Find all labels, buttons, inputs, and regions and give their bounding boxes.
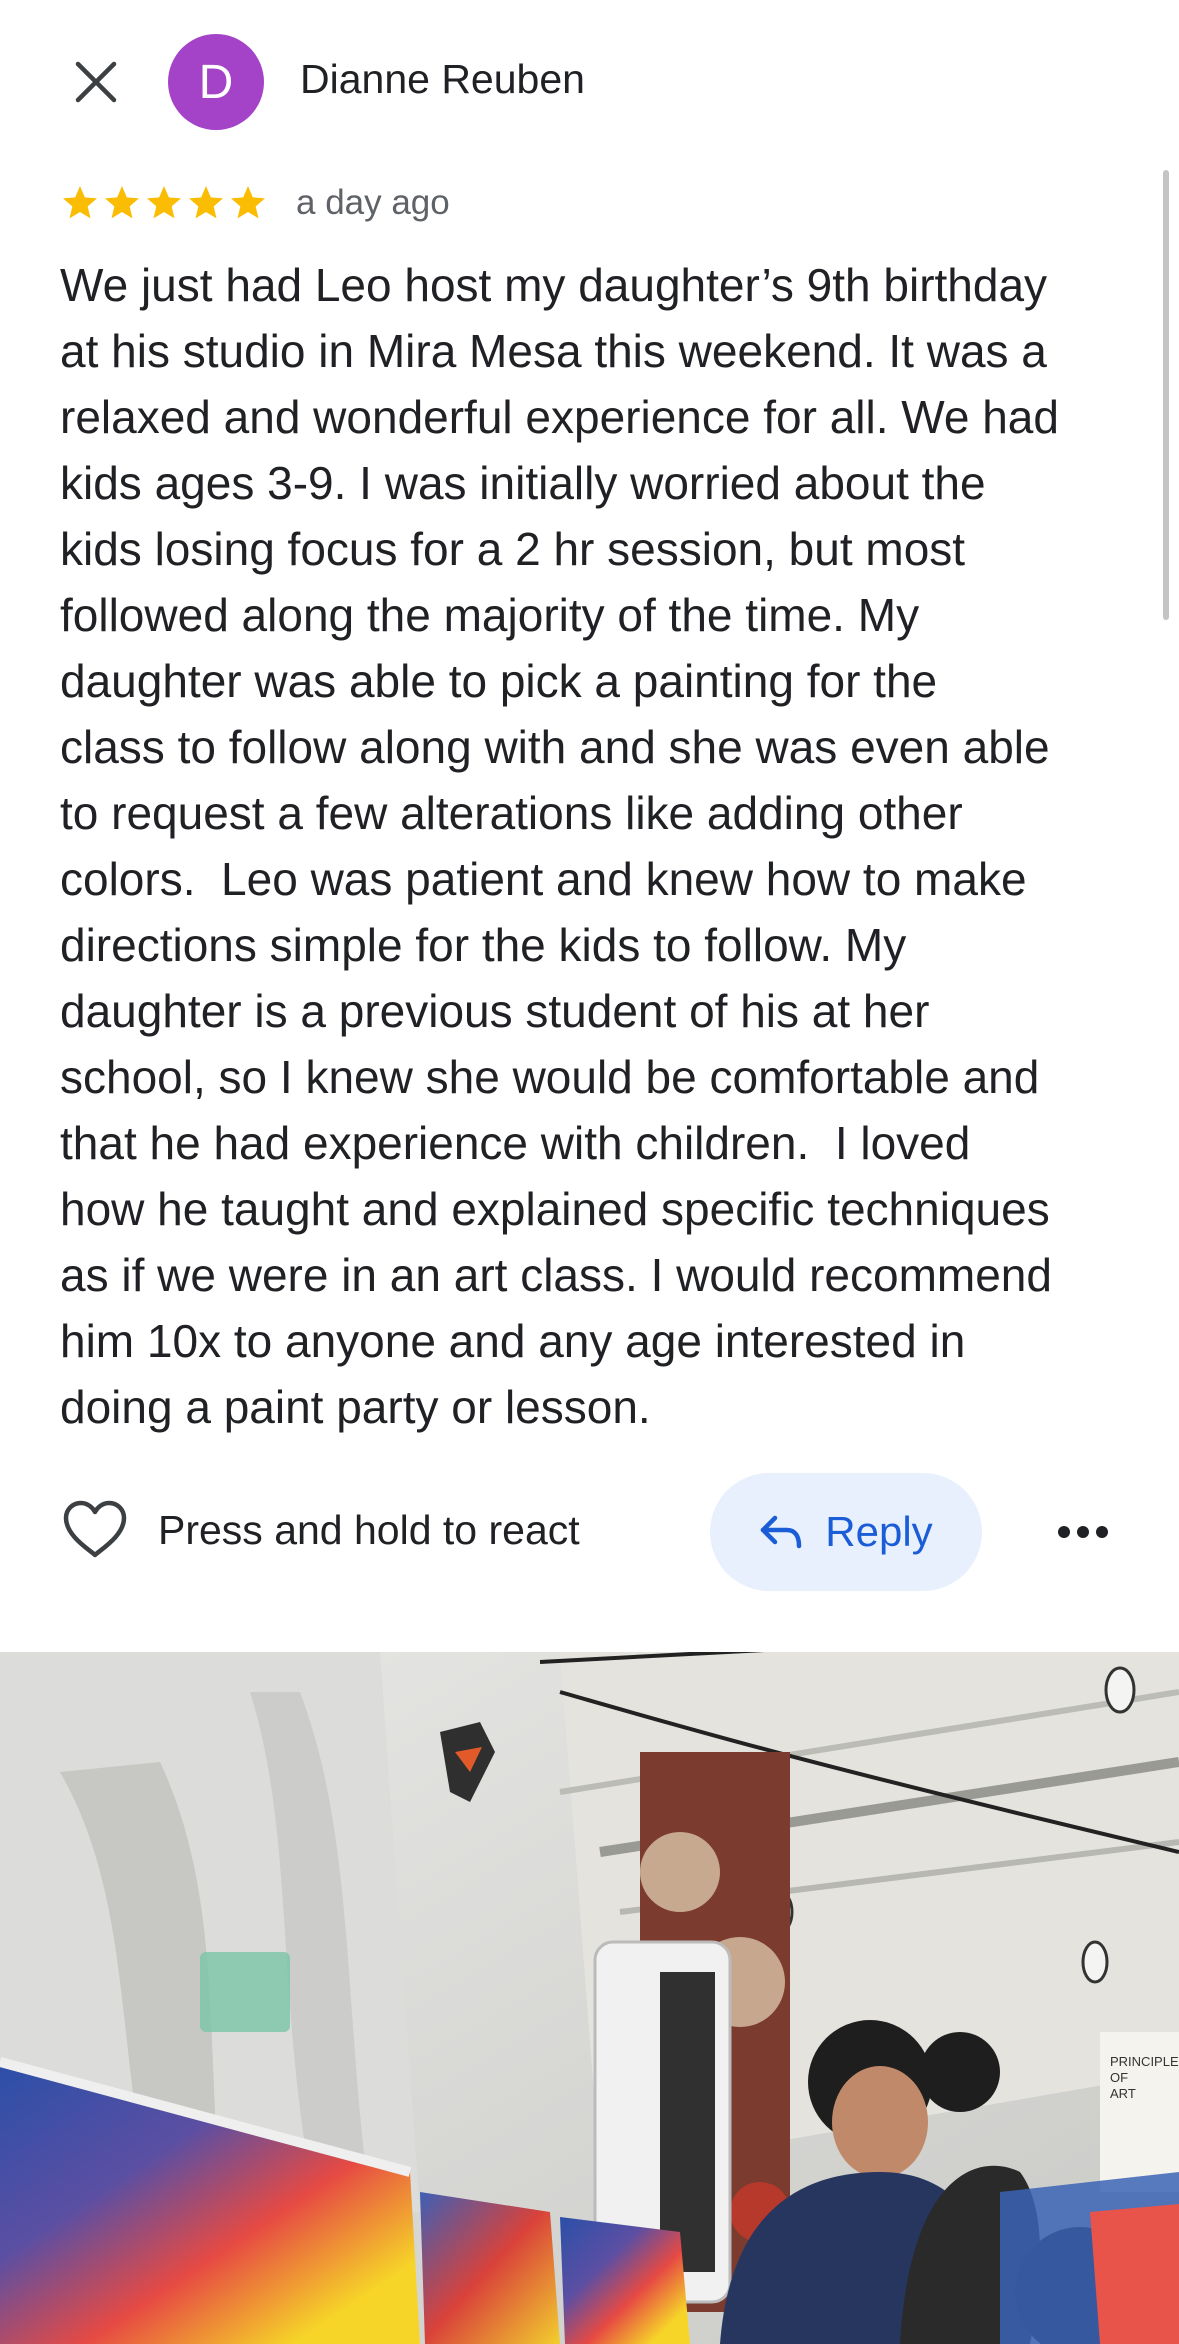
- review-text-line: him 10x to anyone and any age interested…: [60, 1315, 966, 1367]
- star-icon: [105, 186, 139, 219]
- reply-arrow-icon: [761, 1515, 802, 1549]
- reply-label: Reply: [825, 1508, 933, 1555]
- review-photo[interactable]: PRINCIPLESOFART: [0, 1652, 1179, 2344]
- review-text-line: to request a few alterations like adding…: [60, 787, 963, 839]
- review-text-line: as if we were in an art class. I would r…: [60, 1249, 1052, 1301]
- photo-scene: PRINCIPLESOFART: [0, 1652, 1179, 2344]
- review-timestamp: a day ago: [296, 183, 450, 222]
- review-text-line: school, so I knew she would be comfortab…: [60, 1051, 1040, 1103]
- reply-button[interactable]: Reply: [710, 1473, 982, 1591]
- review-text-line: directions simple for the kids to follow…: [60, 919, 907, 971]
- author-name[interactable]: Dianne Reuben: [300, 56, 585, 103]
- review-text-line: daughter was able to pick a painting for…: [60, 655, 938, 707]
- avatar[interactable]: D: [168, 34, 264, 130]
- review-text-line: We just had Leo host my daughter’s 9th b…: [60, 259, 1048, 311]
- review-text-line: class to follow along with and she was e…: [60, 721, 1050, 773]
- review-text-line: colors. Leo was patient and knew how to …: [60, 853, 1027, 905]
- review-text-line: doing a paint party or lesson.: [60, 1381, 651, 1433]
- review-text-line: daughter is a previous student of his at…: [60, 985, 930, 1037]
- close-button[interactable]: [60, 46, 132, 118]
- review-text: We just had Leo host my daughter’s 9th b…: [60, 252, 1140, 1440]
- review-header: D Dianne Reuben: [0, 0, 1179, 160]
- more-horizontal-icon[interactable]: [1057, 1525, 1109, 1539]
- star-icon: [147, 186, 181, 219]
- review-text-line: how he taught and explained specific tec…: [60, 1183, 1050, 1235]
- star-rating: [60, 183, 268, 223]
- rating-row: a day ago: [60, 178, 450, 228]
- review-actions: Press and hold to react Reply: [0, 1470, 1179, 1594]
- review-text-line: followed along the majority of the time.…: [60, 589, 920, 641]
- react-button[interactable]: Press and hold to react: [62, 1500, 580, 1560]
- heart-outline-icon[interactable]: [62, 1500, 128, 1560]
- star-icon: [189, 186, 223, 219]
- star-icon: [231, 186, 265, 219]
- review-text-line: at his studio in Mira Mesa this weekend.…: [60, 325, 1047, 377]
- close-icon[interactable]: [74, 60, 118, 104]
- react-label[interactable]: Press and hold to react: [158, 1507, 580, 1554]
- star-icon: [63, 186, 97, 219]
- scrollbar[interactable]: [1163, 170, 1169, 620]
- review-text-line: that he had experience with children. I …: [60, 1117, 971, 1169]
- more-options-button[interactable]: [1052, 1506, 1114, 1558]
- review-text-line: kids losing focus for a 2 hr session, bu…: [60, 523, 966, 575]
- review-text-line: kids ages 3-9. I was initially worried a…: [60, 457, 986, 509]
- review-text-line: relaxed and wonderful experience for all…: [60, 391, 1059, 443]
